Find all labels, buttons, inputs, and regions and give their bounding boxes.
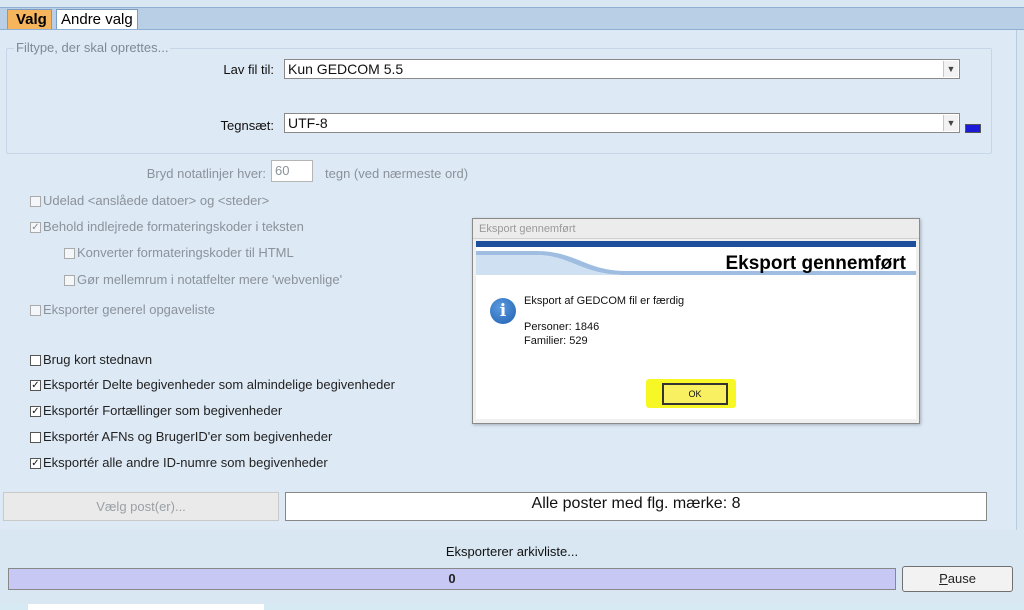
option-short-place-label: Brug kort stednavn bbox=[43, 352, 153, 367]
info-icon: i bbox=[490, 298, 516, 324]
dialog-families: Familier: 529 bbox=[524, 335, 588, 347]
checkbox-keep-formatting[interactable]: ✓ bbox=[30, 222, 41, 233]
option-task-list-label: Eksporter generel opgaveliste bbox=[43, 302, 215, 317]
dialog-banner: Eksport gennemført bbox=[476, 241, 916, 289]
charset-label: Tegnsæt: bbox=[220, 118, 274, 133]
checkbox-convert-html[interactable] bbox=[64, 248, 75, 259]
wrap-input[interactable]: 60 bbox=[271, 160, 313, 182]
wrap-label: Bryd notatlinjer hver: bbox=[146, 166, 266, 181]
checkbox-stories[interactable]: ✓ bbox=[30, 406, 41, 417]
option-shared-events-label: Eksportér Delte begivenheder som alminde… bbox=[43, 377, 395, 392]
filetype-group-title: Filtype, der skal oprettes... bbox=[14, 40, 171, 55]
option-afns-label: Eksportér AFNs og BrugerID'er som begive… bbox=[43, 429, 333, 444]
checkbox-shared-events[interactable]: ✓ bbox=[30, 380, 41, 391]
charset-select[interactable]: UTF-8 ▼ bbox=[284, 113, 960, 133]
dialog-heading: Eksport gennemført bbox=[725, 253, 906, 274]
checkbox-omit-dates[interactable] bbox=[30, 196, 41, 207]
chevron-down-icon[interactable]: ▼ bbox=[943, 61, 958, 77]
dialog-titlebar: Eksport gennemført bbox=[473, 219, 919, 239]
dialog-persons: Personer: 1846 bbox=[524, 321, 600, 333]
records-mark-display: Alle poster med flg. mærke: 8 bbox=[285, 492, 987, 521]
wrap-suffix: tegn (ved nærmeste ord) bbox=[325, 166, 469, 181]
pause-label: ause bbox=[947, 571, 976, 586]
option-convert-html-label: Konverter formateringskoder til HTML bbox=[77, 245, 294, 260]
tab-andre-valg[interactable]: Andre valg bbox=[56, 9, 138, 29]
pause-button[interactable]: Pause bbox=[902, 566, 1013, 592]
status-text: Eksporterer arkivliste... bbox=[445, 544, 579, 559]
option-omit-dates-label: Udelad <anslåede datoer> og <steder> bbox=[43, 193, 270, 208]
option-web-friendly-label: Gør mellemrum i notatfelter mere 'webven… bbox=[77, 272, 343, 287]
dialog-message: Eksport af GEDCOM fil er færdig bbox=[524, 295, 685, 307]
progress-bar: 0 bbox=[8, 568, 896, 590]
tab-strip bbox=[0, 7, 1024, 30]
option-keep-formatting-label: Behold indlejrede formateringskoder i te… bbox=[43, 219, 304, 234]
make-file-value: Kun GEDCOM 5.5 bbox=[288, 61, 404, 77]
checkbox-web-friendly[interactable] bbox=[64, 275, 75, 286]
make-file-select[interactable]: Kun GEDCOM 5.5 ▼ bbox=[284, 59, 960, 79]
charset-value: UTF-8 bbox=[288, 115, 328, 131]
checkbox-task-list[interactable] bbox=[30, 305, 41, 316]
ok-button[interactable]: OK bbox=[662, 383, 728, 405]
make-file-label: Lav fil til: bbox=[223, 62, 274, 77]
bottom-tab[interactable] bbox=[28, 604, 264, 610]
select-records-button[interactable]: Vælg post(er)... bbox=[3, 492, 279, 521]
charset-color-swatch[interactable] bbox=[965, 124, 981, 133]
tab-valg[interactable]: Valg bbox=[7, 9, 52, 29]
checkbox-other-ids[interactable]: ✓ bbox=[30, 458, 41, 469]
checkbox-short-place[interactable] bbox=[30, 355, 41, 366]
checkbox-afns[interactable] bbox=[30, 432, 41, 443]
pause-accelerator: P bbox=[939, 571, 948, 586]
option-stories-label: Eksportér Fortællinger som begivenheder bbox=[43, 403, 283, 418]
option-other-ids-label: Eksportér alle andre ID-numre som begive… bbox=[43, 455, 328, 470]
chevron-down-icon[interactable]: ▼ bbox=[943, 115, 958, 131]
